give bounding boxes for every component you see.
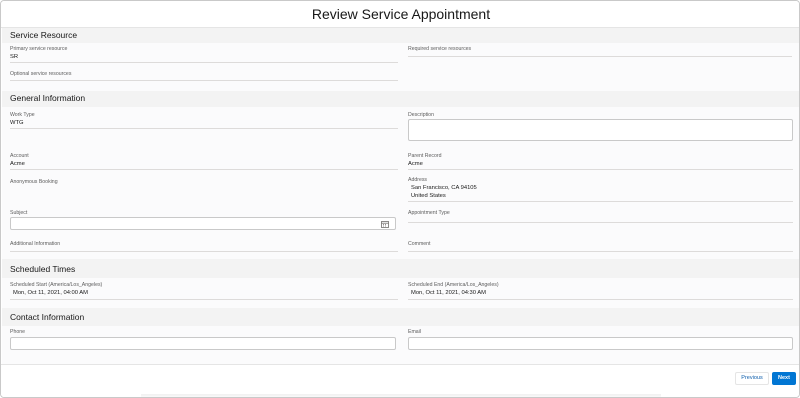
subject-field: Subject bbox=[10, 210, 396, 230]
optional-service-resources-field: Optional service resources bbox=[10, 71, 398, 81]
field-label: Additional Information bbox=[10, 241, 61, 247]
panel-general-information: Work Type WTG Description Account Acme P… bbox=[2, 107, 799, 259]
modal-content[interactable]: Service Resource Primary service resourc… bbox=[2, 28, 799, 364]
calendar-icon[interactable] bbox=[381, 221, 389, 228]
field-value: Mon, Oct 11, 2021, 04:30 AM bbox=[411, 290, 486, 296]
field-divider bbox=[408, 169, 793, 170]
field-divider bbox=[10, 169, 398, 170]
field-label: Account bbox=[10, 153, 29, 159]
comment-field: Comment bbox=[408, 241, 793, 252]
field-divider bbox=[10, 251, 398, 252]
address-field: Address San Francisco, CA 94105 United S… bbox=[408, 177, 793, 202]
next-button[interactable]: Next bbox=[772, 372, 796, 385]
primary-service-resource-field: Primary service resource SR bbox=[10, 46, 398, 63]
panel-service-resource: Primary service resource SR Required ser… bbox=[2, 43, 799, 95]
anonymous-booking-field: Anonymous Booking bbox=[10, 179, 398, 186]
address-line-2: United States bbox=[411, 193, 446, 199]
section-header-contact-information: Contact Information bbox=[2, 310, 799, 325]
panel-scheduled-times: Scheduled Start (America/Los_Angeles) Mo… bbox=[2, 278, 799, 308]
field-value: Mon, Oct 11, 2021, 04:00 AM bbox=[13, 290, 88, 296]
field-label: Email bbox=[408, 329, 421, 335]
field-divider bbox=[408, 201, 793, 202]
modal-title: Review Service Appointment bbox=[311, 6, 491, 22]
field-label: Scheduled End (America/Los_Angeles) bbox=[408, 282, 499, 288]
section-title-general-information: General Information bbox=[10, 93, 86, 103]
previous-button[interactable]: Previous bbox=[735, 372, 769, 385]
field-label: Work Type bbox=[10, 112, 35, 118]
account-link[interactable]: Acme bbox=[10, 160, 398, 168]
field-value: WTG bbox=[10, 120, 24, 126]
field-divider bbox=[10, 80, 398, 81]
field-label: Required service resources bbox=[408, 46, 472, 52]
phone-input[interactable] bbox=[10, 337, 396, 350]
description-textarea[interactable] bbox=[408, 119, 793, 141]
field-label: Phone bbox=[10, 329, 26, 335]
review-appointment-modal: Review Service Appointment Service Resou… bbox=[0, 0, 800, 398]
field-label: Description bbox=[408, 112, 434, 118]
description-field: Description bbox=[408, 112, 793, 141]
phone-field: Phone bbox=[10, 329, 396, 350]
account-field: Account Acme bbox=[10, 153, 398, 170]
address-line-1: San Francisco, CA 94105 bbox=[411, 185, 477, 191]
work-type-field: Work Type WTG bbox=[10, 112, 398, 129]
field-divider bbox=[408, 299, 793, 300]
appointment-type-field: Appointment Type bbox=[408, 210, 793, 223]
field-divider bbox=[10, 299, 398, 300]
scheduled-start-field: Scheduled Start (America/Los_Angeles) Mo… bbox=[10, 282, 398, 300]
parent-record-link[interactable]: Acme bbox=[408, 160, 793, 168]
section-title-scheduled-times: Scheduled Times bbox=[10, 264, 76, 274]
section-title-service-resource: Service Resource bbox=[10, 30, 78, 40]
bottom-shadow bbox=[141, 394, 661, 397]
field-label: Anonymous Booking bbox=[10, 179, 58, 185]
section-title-contact-information: Contact Information bbox=[10, 312, 85, 322]
required-service-resources-field: Required service resources bbox=[408, 46, 792, 57]
field-label: Scheduled Start (America/Los_Angeles) bbox=[10, 282, 103, 288]
additional-information-field: Additional Information bbox=[10, 241, 398, 252]
field-label: Address bbox=[408, 177, 428, 183]
field-divider bbox=[10, 128, 398, 129]
field-divider bbox=[10, 62, 398, 63]
section-header-general-information: General Information bbox=[2, 91, 799, 106]
field-label: Parent Record bbox=[408, 153, 442, 159]
field-label: Optional service resources bbox=[10, 71, 72, 77]
email-input[interactable] bbox=[408, 337, 793, 350]
field-divider bbox=[408, 251, 793, 252]
field-label: Comment bbox=[408, 241, 431, 247]
field-label: Primary service resource bbox=[10, 46, 68, 52]
section-header-scheduled-times: Scheduled Times bbox=[2, 262, 799, 277]
field-label: Appointment Type bbox=[408, 210, 450, 216]
modal-footer: Previous Next bbox=[1, 364, 799, 397]
field-divider bbox=[408, 56, 792, 57]
scheduled-end-field: Scheduled End (America/Los_Angeles) Mon,… bbox=[408, 282, 793, 300]
panel-contact-information: Phone Email bbox=[2, 326, 799, 364]
email-field: Email bbox=[408, 329, 793, 350]
field-value: SR bbox=[10, 54, 19, 60]
modal-header: Review Service Appointment bbox=[1, 1, 799, 28]
field-divider bbox=[408, 222, 793, 223]
field-label: Subject bbox=[10, 210, 28, 216]
subject-input[interactable] bbox=[10, 217, 396, 230]
section-header-service-resource: Service Resource bbox=[2, 28, 799, 43]
parent-record-field: Parent Record Acme bbox=[408, 153, 793, 170]
